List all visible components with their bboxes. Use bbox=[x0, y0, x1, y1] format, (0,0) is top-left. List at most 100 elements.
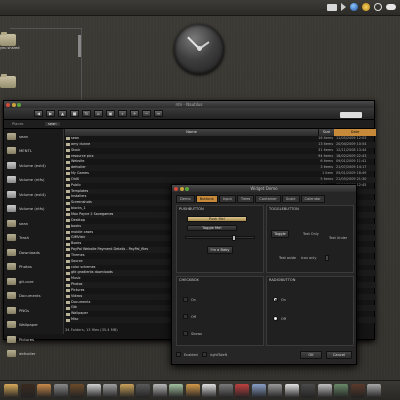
sidebar-item[interactable]: Wallpaper bbox=[4, 318, 63, 333]
dialog-titlebar[interactable]: Widget Demo bbox=[172, 185, 356, 192]
sidebar-item[interactable]: Downloads bbox=[4, 245, 63, 260]
zoom-out-button[interactable]: − bbox=[142, 110, 151, 117]
back-button[interactable]: ◀ bbox=[34, 110, 43, 117]
scrollbar[interactable] bbox=[78, 35, 81, 57]
dock-app-icon[interactable] bbox=[4, 384, 18, 398]
sidebar-item[interactable]: sean bbox=[4, 216, 63, 231]
stop-button[interactable]: ■ bbox=[70, 110, 79, 117]
terminal-icon[interactable] bbox=[53, 384, 68, 398]
sidebar-item[interactable]: Pictures bbox=[4, 332, 63, 347]
baby-button[interactable]: I'm a Baby bbox=[207, 246, 233, 254]
toggle-button[interactable]: Toggle bbox=[271, 230, 289, 238]
folder-icon[interactable] bbox=[37, 384, 51, 398]
desktop-icon-folder[interactable] bbox=[0, 74, 20, 88]
search-input[interactable] bbox=[340, 112, 362, 118]
desktop-icon-folder[interactable]: yeu shared bbox=[0, 32, 20, 50]
globe-icon[interactable] bbox=[350, 3, 358, 11]
column-header-name[interactable]: Name bbox=[65, 129, 318, 136]
sidebar-item[interactable]: Documents bbox=[4, 289, 63, 304]
sun-icon[interactable] bbox=[362, 3, 370, 11]
chat-icon[interactable] bbox=[202, 384, 216, 398]
tab-buttons[interactable]: Buttons bbox=[195, 195, 218, 203]
minimize-button[interactable] bbox=[179, 186, 184, 191]
cancel-button[interactable]: Cancel bbox=[326, 351, 352, 359]
sidebar-item[interactable]: sean bbox=[4, 129, 63, 144]
computer-button[interactable]: ▣ bbox=[106, 110, 115, 117]
document-icon[interactable] bbox=[284, 384, 299, 398]
column-header-size[interactable]: Size bbox=[318, 129, 334, 136]
archive-icon[interactable] bbox=[70, 384, 84, 398]
tab-demo[interactable]: Demo bbox=[176, 195, 195, 203]
tab-trees[interactable]: Trees bbox=[236, 195, 255, 203]
calculator-icon[interactable] bbox=[218, 384, 233, 398]
enabled-checkbox[interactable] bbox=[176, 352, 181, 357]
up-button[interactable]: ▲ bbox=[58, 110, 67, 117]
help-icon[interactable] bbox=[367, 384, 381, 398]
places-label[interactable]: Places bbox=[12, 122, 42, 126]
network-icon[interactable] bbox=[251, 384, 266, 398]
game-icon[interactable] bbox=[334, 384, 348, 398]
reload-button[interactable]: ↻ bbox=[82, 110, 91, 117]
window-titlebar[interactable]: rdn - Nautilus bbox=[4, 101, 374, 108]
column-header-date[interactable]: Date bbox=[334, 129, 376, 136]
tab-calendar[interactable]: Calendar bbox=[300, 195, 325, 203]
video-icon[interactable] bbox=[136, 384, 150, 398]
push-me-button[interactable]: Push Me! bbox=[187, 216, 247, 222]
mail-icon[interactable] bbox=[327, 3, 337, 11]
right-to-left-checkbox[interactable] bbox=[202, 352, 207, 357]
tab-container[interactable]: Container bbox=[255, 195, 281, 203]
sidebar-item[interactable]: Photos bbox=[4, 260, 63, 275]
sidebar-item[interactable]: defcoiler bbox=[4, 347, 63, 362]
breadcrumb-item[interactable]: sean bbox=[45, 122, 60, 126]
scale-slider[interactable] bbox=[185, 235, 255, 241]
minimize-button[interactable] bbox=[11, 102, 16, 107]
browser-icon[interactable] bbox=[169, 384, 183, 398]
close-button[interactable] bbox=[174, 186, 178, 191]
home-button[interactable]: ⌂ bbox=[94, 110, 103, 117]
maximize-button[interactable] bbox=[185, 186, 189, 191]
package-icon[interactable] bbox=[350, 384, 365, 398]
slider-knob[interactable] bbox=[232, 235, 236, 241]
sidebar-item[interactable]: Volume (ntfs) bbox=[4, 173, 63, 188]
monitor-icon[interactable] bbox=[301, 384, 315, 398]
volume-icon[interactable] bbox=[341, 3, 346, 11]
mail-icon[interactable] bbox=[185, 384, 200, 398]
ok-button[interactable]: OK bbox=[300, 351, 322, 359]
camera-icon[interactable] bbox=[317, 384, 332, 398]
forward-button[interactable]: ▶ bbox=[46, 110, 55, 117]
image-viewer-icon[interactable] bbox=[103, 384, 117, 398]
settings-icon[interactable] bbox=[152, 384, 167, 398]
toggle-me-button[interactable]: Toggle Me! bbox=[187, 225, 237, 231]
sidebar-item[interactable]: git-core bbox=[4, 274, 63, 289]
sidebar-item[interactable]: Trash bbox=[4, 231, 63, 246]
checkbox-on[interactable] bbox=[183, 297, 188, 302]
radio-off[interactable] bbox=[273, 316, 278, 321]
section-title-togglebutton: TOGGLEBUTTON bbox=[269, 207, 299, 211]
tools-icon[interactable] bbox=[268, 384, 282, 398]
text-editor-icon[interactable] bbox=[86, 384, 101, 398]
sidebar-item[interactable]: Volume (ntfs) bbox=[4, 202, 63, 217]
folder-icon bbox=[0, 74, 16, 88]
view-button[interactable]: ≡ bbox=[154, 110, 163, 117]
sidebar-item[interactable]: Volume (ext4) bbox=[4, 187, 63, 202]
tab-input[interactable]: Input bbox=[218, 195, 236, 203]
sidebar-item[interactable]: PNGs bbox=[4, 303, 63, 318]
trash-icon[interactable] bbox=[20, 384, 35, 398]
checkbox-off[interactable] bbox=[183, 314, 188, 319]
record-icon[interactable] bbox=[235, 384, 249, 398]
folder-icon bbox=[7, 321, 16, 329]
tab-scale[interactable]: Scale bbox=[281, 195, 300, 203]
checkbox-shown[interactable] bbox=[183, 331, 188, 336]
zoom-in-button[interactable]: + bbox=[130, 110, 139, 117]
sidebar-item-label: Volume (ext4) bbox=[19, 162, 46, 168]
sidebar-item[interactable]: Volume (ext4) bbox=[4, 158, 63, 173]
cloud-icon[interactable] bbox=[386, 4, 396, 10]
maximize-button[interactable] bbox=[17, 102, 21, 107]
close-button[interactable] bbox=[6, 102, 10, 107]
search-button[interactable]: ⌕ bbox=[118, 110, 127, 117]
music-icon[interactable] bbox=[119, 384, 134, 398]
radio-on[interactable] bbox=[273, 297, 278, 302]
sidebar-item[interactable]: MENTL bbox=[4, 144, 63, 159]
spin-button[interactable] bbox=[325, 255, 329, 261]
power-icon[interactable] bbox=[374, 3, 382, 11]
